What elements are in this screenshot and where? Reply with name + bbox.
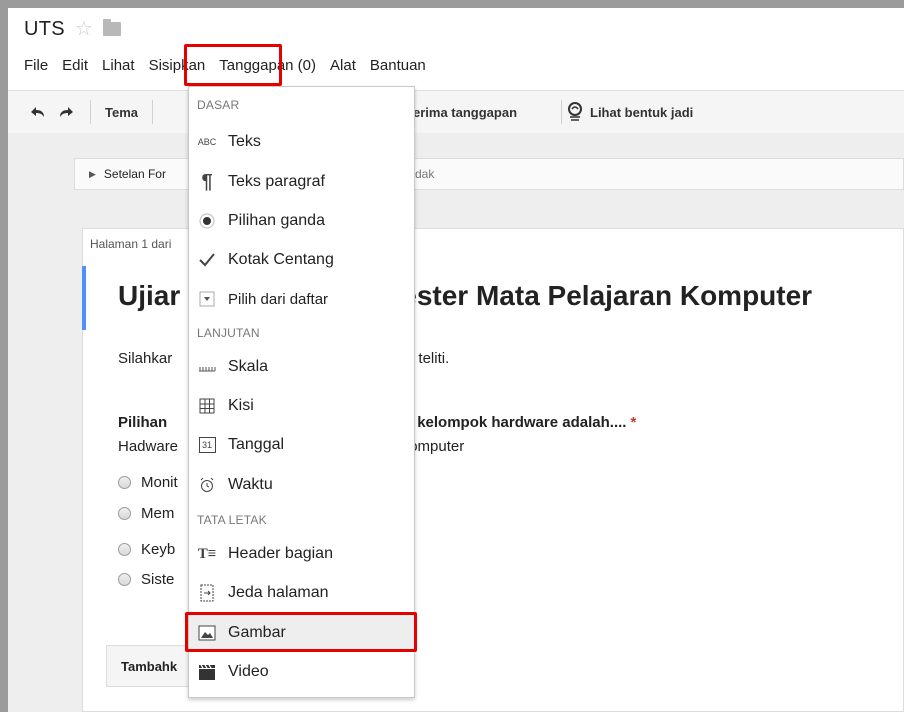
- menu-item-page-break[interactable]: Jeda halaman: [189, 575, 414, 611]
- menu-item-label: Tanggal: [228, 436, 285, 453]
- section-basic: DASAR: [197, 98, 240, 112]
- grid-icon: [196, 395, 218, 417]
- calendar-icon: 31: [196, 434, 218, 456]
- checkmark-icon: [196, 249, 218, 271]
- form-title-right: ester Mata Pelajaran Komputer: [401, 280, 813, 311]
- menu-item-checkbox[interactable]: Kotak Centang: [189, 242, 414, 278]
- abc-text-icon: ABC: [197, 137, 217, 147]
- menu-file[interactable]: File: [24, 57, 48, 74]
- page-indicator: Halaman 1 dari: [90, 237, 172, 251]
- list-dropdown-icon: [196, 288, 218, 310]
- page-break-icon: [196, 582, 218, 604]
- answer-option[interactable]: Mem: [118, 505, 174, 522]
- radio-icon[interactable]: [118, 507, 131, 520]
- option-label: Monit: [141, 474, 178, 491]
- title-bar: UTS ☆: [24, 14, 121, 44]
- menu-help[interactable]: Bantuan: [370, 57, 426, 74]
- section-header-icon: T≡: [197, 545, 217, 562]
- form-title-left: Ujiar: [118, 280, 181, 311]
- menu-item-label: Pilihan ganda: [228, 212, 325, 229]
- document-title[interactable]: UTS: [24, 18, 65, 41]
- toolbar-separator: [561, 100, 562, 124]
- add-item-label: Tambahk: [121, 658, 178, 674]
- menu-item-multiple-choice[interactable]: Pilihan ganda: [189, 203, 414, 239]
- option-label: Keyb: [141, 541, 176, 558]
- radio-icon: [196, 210, 218, 232]
- toolbar-separator: [152, 100, 153, 124]
- form-settings-label: Setelan For: [103, 167, 166, 181]
- radio-icon[interactable]: [118, 476, 131, 489]
- form-settings-extra: dak: [415, 167, 435, 181]
- option-label: Siste: [141, 571, 175, 588]
- star-icon[interactable]: ☆: [75, 19, 93, 39]
- menu-item-video[interactable]: Video: [189, 654, 414, 690]
- question-title-left: Pilihan: [118, 414, 168, 431]
- menu-item-scale[interactable]: Skala: [189, 349, 414, 385]
- folder-icon[interactable]: [102, 19, 121, 36]
- menu-item-label: Video: [228, 663, 269, 680]
- paragraph-icon: ¶: [201, 170, 213, 193]
- menu-edit[interactable]: Edit: [62, 57, 88, 74]
- live-form-icon: [566, 102, 584, 122]
- menu-item-date[interactable]: 31 Tanggal: [189, 427, 414, 463]
- undo-icon[interactable]: [22, 98, 52, 126]
- menu-view[interactable]: Lihat: [102, 57, 135, 74]
- insert-dropdown-menu: DASAR ABC Teks ¶ Teks paragraf Pilihan g…: [188, 86, 415, 698]
- radio-icon[interactable]: [118, 543, 131, 556]
- answer-option[interactable]: Siste: [118, 571, 174, 588]
- calendar-glyph: 31: [198, 437, 216, 453]
- menu-insert-highlight: [184, 44, 282, 86]
- menu-tools[interactable]: Alat: [330, 57, 356, 74]
- expand-arrow-icon[interactable]: ▶: [89, 169, 96, 180]
- theme-button[interactable]: Tema: [99, 98, 144, 126]
- menu-item-image-highlight: [185, 612, 417, 652]
- radio-icon[interactable]: [118, 573, 131, 586]
- menu-item-label: Pilih dari daftar: [228, 290, 329, 308]
- accept-responses-button[interactable]: erima tanggapan: [413, 98, 517, 126]
- section-layout: TATA LETAK: [197, 513, 267, 527]
- section-advanced: LANJUTAN: [197, 326, 260, 340]
- view-live-form-button[interactable]: Lihat bentuk jadi: [566, 98, 693, 126]
- selected-indicator: [82, 266, 86, 330]
- menu-item-label: Jeda halaman: [228, 584, 329, 601]
- question-title-right: suk kelompok hardware adalah....: [387, 414, 627, 431]
- menu-item-label: Waktu: [228, 476, 273, 493]
- clock-icon: [196, 474, 218, 496]
- answer-option[interactable]: Keyb: [118, 541, 175, 558]
- menu-item-label: Teks paragraf: [228, 173, 325, 190]
- menu-item-paragraph-text[interactable]: ¶ Teks paragraf: [189, 164, 414, 200]
- menu-item-time[interactable]: Waktu: [189, 467, 414, 503]
- menu-item-choose-from-list[interactable]: Pilih dari daftar: [189, 281, 414, 317]
- menu-item-label: Teks: [228, 133, 261, 150]
- answer-option[interactable]: Monit: [118, 474, 178, 491]
- menu-item-section-header[interactable]: T≡ Header bagian: [189, 536, 414, 572]
- menu-item-grid[interactable]: Kisi: [189, 388, 414, 424]
- video-icon: [196, 661, 218, 683]
- toolbar-separator: [90, 100, 91, 124]
- view-live-form-label: Lihat bentuk jadi: [590, 104, 694, 120]
- menu-item-label: Kisi: [228, 397, 254, 414]
- menu-item-label: Kotak Centang: [228, 251, 334, 268]
- required-marker: *: [630, 414, 637, 431]
- menu-item-label: Skala: [228, 358, 269, 375]
- menu-item-label: Header bagian: [228, 545, 333, 562]
- menu-item-text[interactable]: ABC Teks: [189, 124, 414, 160]
- scale-icon: [196, 356, 218, 378]
- option-label: Mem: [141, 505, 175, 522]
- toolbar: Tema erima tanggapan Lihat bentuk jadi: [8, 90, 904, 134]
- question-help-left: Hadware: [118, 438, 179, 455]
- redo-icon[interactable]: [52, 98, 82, 126]
- form-description-left: Silahkar: [118, 350, 173, 367]
